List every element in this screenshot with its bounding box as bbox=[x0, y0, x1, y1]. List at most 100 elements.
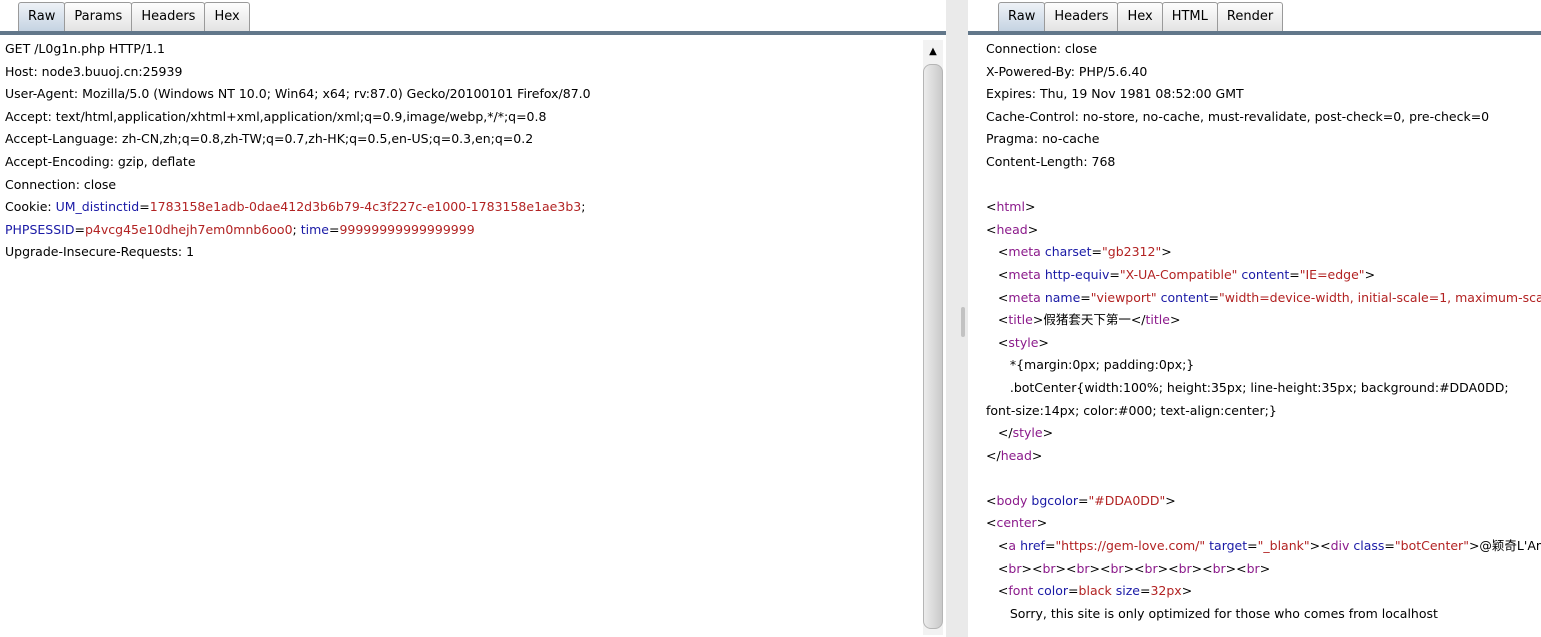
response-tab-underline bbox=[968, 31, 1541, 35]
response-line-segment: Content-Length: 768 bbox=[986, 153, 1116, 169]
divider-grip-icon[interactable] bbox=[961, 307, 965, 337]
response-line-segment: Pragma: no-cache bbox=[986, 131, 1100, 147]
response-line-segment: "#DDA0DD" bbox=[1088, 492, 1166, 508]
response-line-segment: > bbox=[1259, 560, 1271, 576]
response-line-segment: "viewport" bbox=[1090, 289, 1157, 305]
split-pane-divider[interactable] bbox=[946, 0, 968, 637]
response-line-segment: >< bbox=[1191, 560, 1213, 576]
response-line-segment: >< bbox=[1225, 560, 1247, 576]
request-line-segment: time bbox=[300, 221, 329, 237]
response-line-segment: br bbox=[1076, 560, 1090, 576]
response-line-segment: br bbox=[1042, 560, 1056, 576]
request-line: Accept-Encoding: gzip, deflate bbox=[5, 151, 918, 174]
response-line: </style> bbox=[986, 422, 1541, 445]
response-line: Sorry, this site is only optimized for t… bbox=[986, 603, 1541, 626]
response-line-segment: center bbox=[996, 515, 1037, 531]
response-tab-hex[interactable]: Hex bbox=[1117, 2, 1163, 31]
response-line: .botCenter{width:100%; height:35px; line… bbox=[986, 377, 1541, 400]
response-line-segment: = bbox=[1078, 492, 1089, 508]
response-line-segment: = bbox=[1068, 583, 1079, 599]
response-line-segment: style bbox=[1012, 425, 1043, 441]
response-line-segment: > bbox=[1031, 447, 1043, 463]
response-line-segment: div bbox=[1330, 538, 1350, 554]
response-line-segment: color bbox=[1037, 583, 1069, 599]
response-line-segment: br bbox=[1212, 560, 1226, 576]
response-line: <head> bbox=[986, 219, 1541, 242]
response-tab-raw[interactable]: Raw bbox=[998, 2, 1046, 31]
request-line-segment: ; bbox=[292, 221, 301, 237]
request-line-segment: = bbox=[139, 199, 150, 215]
request-line-segment: UM_distinctid bbox=[55, 199, 140, 215]
request-line-segment: Upgrade-Insecure-Requests: 1 bbox=[5, 244, 195, 260]
request-line-segment: Accept: text/html,application/xhtml+xml,… bbox=[5, 108, 547, 124]
response-line-segment: >< bbox=[1055, 560, 1077, 576]
response-line-segment: X-Powered-By: PHP/5.6.40 bbox=[986, 63, 1148, 79]
response-line-segment: bgcolor bbox=[1031, 492, 1079, 508]
request-line-segment: ; bbox=[581, 199, 586, 215]
response-line: <font color=black size=32px> bbox=[986, 580, 1541, 603]
response-line-segment: = bbox=[1247, 538, 1258, 554]
response-line-segment: black bbox=[1078, 583, 1112, 599]
response-line: Cache-Control: no-store, no-cache, must-… bbox=[986, 106, 1541, 129]
response-line-segment: < bbox=[986, 492, 997, 508]
response-line: <title>假猪套天下第一</title> bbox=[986, 309, 1541, 332]
scroll-up-arrow-icon[interactable]: ▲ bbox=[923, 40, 943, 64]
request-scroll-thumb[interactable] bbox=[923, 64, 943, 629]
request-tab-headers[interactable]: Headers bbox=[131, 2, 206, 31]
response-line-segment: > bbox=[1169, 312, 1181, 328]
response-line-segment: a bbox=[1008, 538, 1017, 554]
request-line: User-Agent: Mozilla/5.0 (Windows NT 10.0… bbox=[5, 83, 918, 106]
response-line-segment: < bbox=[986, 583, 1009, 599]
response-line-segment: Sorry, this site is only optimized for t… bbox=[986, 605, 1438, 621]
request-line-segment: GET /L0g1n.php HTTP/1.1 bbox=[5, 41, 165, 56]
response-tab-headers[interactable]: Headers bbox=[1044, 2, 1119, 31]
response-tab-render[interactable]: Render bbox=[1216, 2, 1284, 31]
request-editor[interactable]: GET /L0g1n.php HTTP/1.1 Host: node3.buuoj… bbox=[5, 38, 918, 637]
response-line-segment: > bbox=[1161, 244, 1172, 260]
response-line-segment: head bbox=[1000, 447, 1032, 463]
request-line-segment: = bbox=[74, 221, 85, 237]
response-line-segment: "width=device-width, initial-scale=1, ma… bbox=[1219, 289, 1541, 305]
response-line-segment: target bbox=[1209, 538, 1248, 554]
request-line-segment: 1783158e1adb-0dae412d3b6b79-4c3f227c-e10… bbox=[149, 199, 582, 215]
response-line-segment: meta bbox=[1008, 289, 1041, 305]
response-line: Expires: Thu, 19 Nov 1981 08:52:00 GMT bbox=[986, 83, 1541, 106]
response-line-segment: </ bbox=[986, 425, 1013, 441]
response-line-segment: >< bbox=[1157, 560, 1179, 576]
request-scrollbar[interactable]: ▲ bbox=[923, 40, 943, 635]
response-line-segment: = bbox=[1208, 289, 1219, 305]
response-line-segment: Connection: close bbox=[986, 41, 1098, 56]
response-line-segment: = bbox=[1091, 244, 1103, 260]
response-pane: Raw Headers Hex HTML Render Connection: clos… bbox=[968, 0, 1541, 637]
request-tabbar: Raw Params Headers Hex bbox=[0, 0, 946, 37]
response-line-segment: > bbox=[1038, 334, 1049, 350]
response-line-segment: < bbox=[986, 266, 1009, 282]
response-line-segment: > bbox=[1181, 583, 1193, 599]
response-line-segment: "botCenter" bbox=[1394, 538, 1469, 554]
response-line-segment: < bbox=[986, 199, 997, 215]
response-line-segment: = bbox=[1384, 538, 1395, 554]
response-line: X-Powered-By: PHP/5.6.40 bbox=[986, 61, 1541, 84]
response-line-segment: < bbox=[986, 560, 1009, 576]
response-line: </head> bbox=[986, 445, 1541, 468]
response-editor[interactable]: Connection: close X-Powered-By: PHP/5.6.4… bbox=[986, 38, 1541, 637]
request-tab-hex[interactable]: Hex bbox=[204, 2, 250, 31]
response-line: <meta http-equiv="X-UA-Compatible" conte… bbox=[986, 264, 1541, 287]
response-line bbox=[986, 174, 1541, 197]
request-line-segment: User-Agent: Mozilla/5.0 (Windows NT 10.0… bbox=[5, 86, 591, 102]
response-line-segment: = bbox=[1109, 266, 1120, 282]
response-line-segment: < bbox=[986, 221, 997, 237]
response-line bbox=[986, 467, 1541, 490]
response-line-segment: > bbox=[1036, 515, 1048, 531]
request-tab-params[interactable]: Params bbox=[64, 2, 133, 31]
response-line: <html> bbox=[986, 196, 1541, 219]
response-line-segment: content bbox=[1160, 289, 1209, 305]
response-line-segment: = bbox=[1289, 266, 1300, 282]
response-tab-html[interactable]: HTML bbox=[1161, 2, 1218, 31]
response-line: <style> bbox=[986, 332, 1541, 355]
response-line-segment: = bbox=[1044, 538, 1056, 554]
response-line: Content-Length: 768 bbox=[986, 151, 1541, 174]
response-line: Connection: close bbox=[986, 38, 1541, 61]
request-tab-raw[interactable]: Raw bbox=[18, 2, 66, 31]
response-line-segment: "https://gem-love.com/" bbox=[1055, 538, 1206, 554]
